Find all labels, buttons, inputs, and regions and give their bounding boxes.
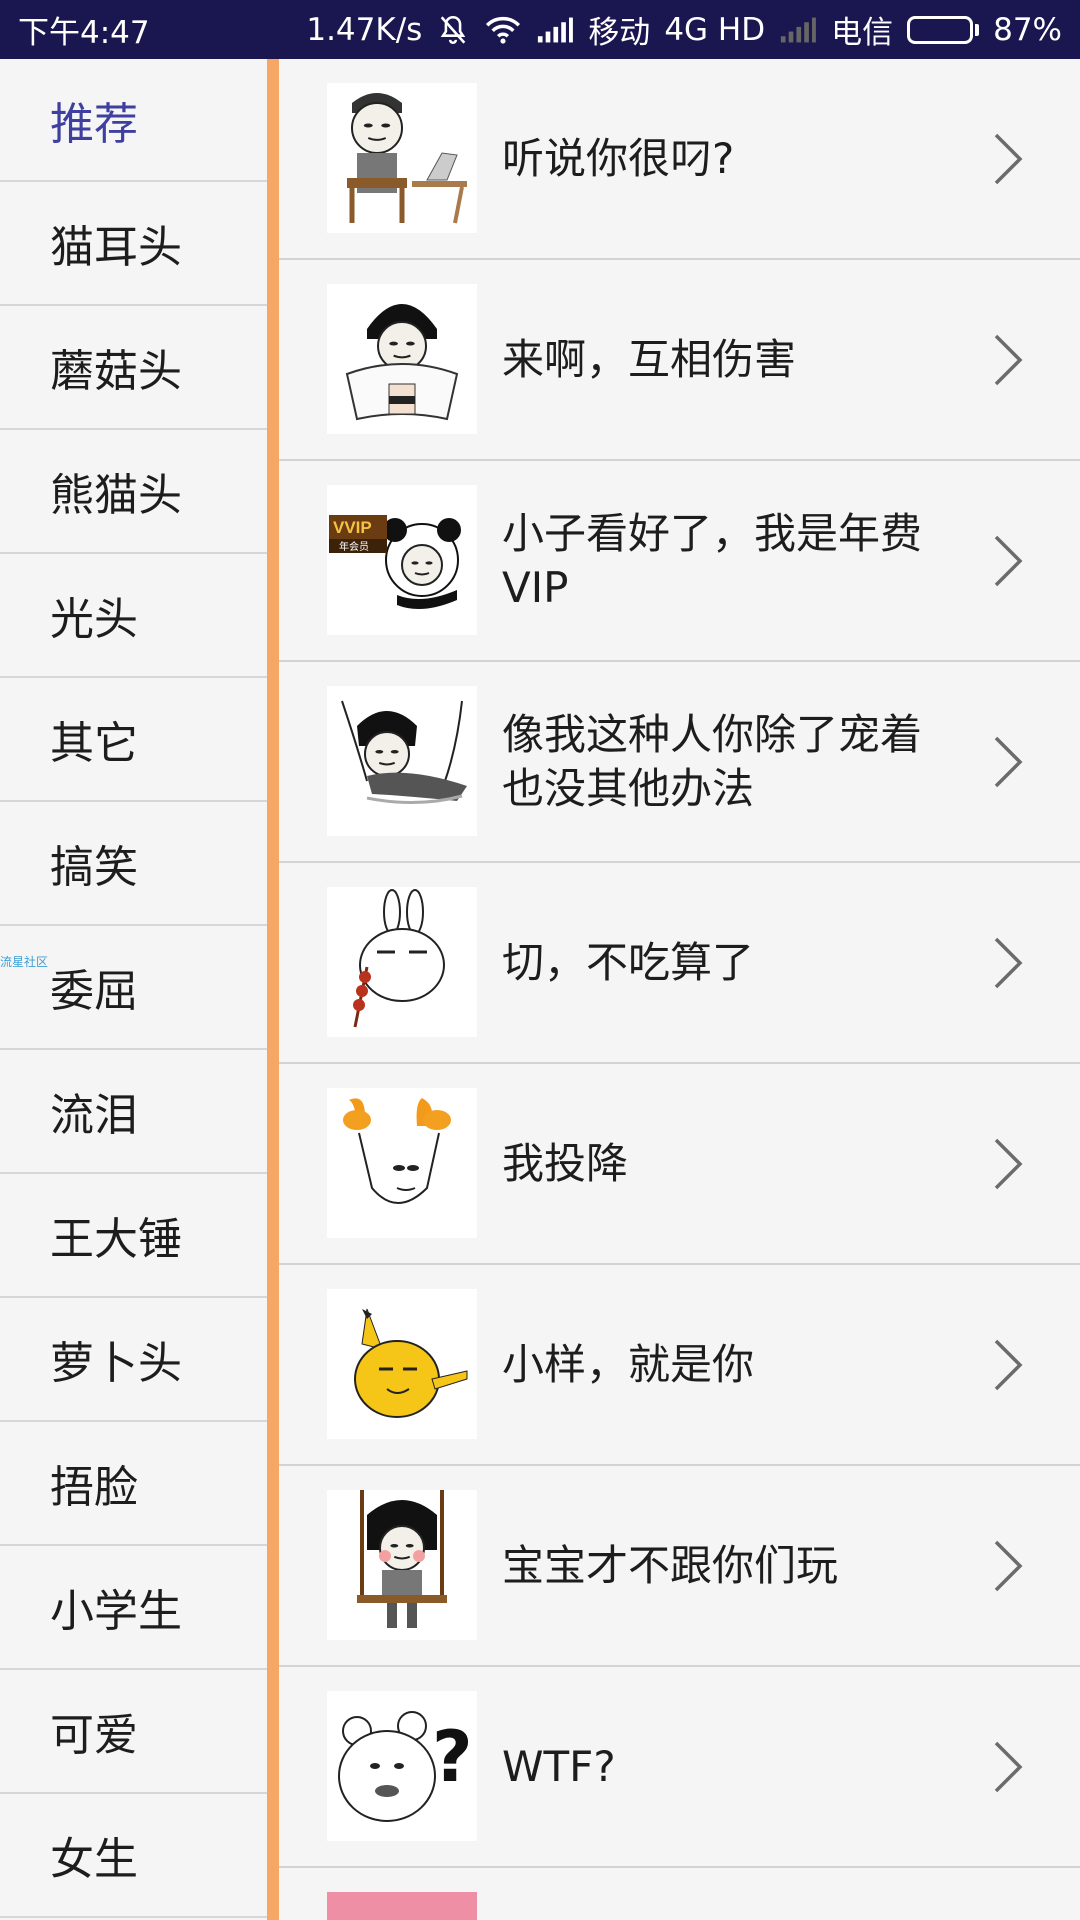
network-speed: 1.47K/s [306,11,423,48]
meme-panda-vip-thumbnail: VVIP 年会员 [327,485,477,635]
sidebar-item[interactable]: 光头 [0,554,267,678]
meme-hands-up-thumbnail [327,1088,477,1238]
svg-text:?: ? [432,1716,473,1798]
sidebar-item[interactable]: 流泪 [0,1050,267,1174]
sidebar-item[interactable]: 可爱 [0,1670,267,1794]
meme-rabbit-skewer-thumbnail [327,887,477,1037]
category-list: 推荐猫耳头蘑菇头熊猫头光头其它搞笑委屈流泪王大锤萝卜头捂脸小学生可爱女生 [0,59,267,1918]
sidebar-item[interactable]: 熊猫头 [0,430,267,554]
chevron-right-icon [992,131,1024,187]
meme-bear-question-thumbnail: ? [327,1691,477,1841]
list-item[interactable]: 切，不吃算了 [279,863,1080,1064]
list-item[interactable]: 我投降 [279,1064,1080,1265]
chevron-right-icon [992,1739,1024,1795]
carrier-1: 移动 [588,15,651,51]
sidebar-item-label: 光头 [50,594,138,645]
wifi-icon [484,15,522,45]
chevron-right-icon [992,533,1024,589]
list-item-title: 切，不吃算了 [502,937,755,987]
meme-mushroom-lying-thumbnail [327,686,477,836]
list-item[interactable]: 小样，就是你 [279,1265,1080,1466]
meme-list: 听说你很叼? 来啊，互相伤害 VVIP 年会员 小子看好了，我是年费VIP 像我… [279,59,1080,1920]
list-item[interactable]: VVIP 年会员 小子看好了，我是年费VIP [279,461,1080,662]
status-bar: 下午4:47 1.47K/s 移动 4G HD 电信 87% [0,0,1080,59]
meme-swing-girl-thumbnail [327,1490,477,1640]
sidebar-item-label: 萝卜头 [50,1338,182,1389]
list-item-title: 我投降 [502,1138,629,1188]
sidebar-item-label: 女生 [50,1834,138,1885]
list-item[interactable]: ? WTF? [279,1667,1080,1868]
list-item-title: 小样，就是你 [502,1339,755,1389]
sidebar-item[interactable]: 小学生 [0,1546,267,1670]
sidebar-item[interactable]: 萝卜头 [0,1298,267,1422]
list-item-title: 小子看好了，我是年费VIP [502,508,923,612]
chevron-right-icon [992,935,1024,991]
battery-icon [907,15,980,44]
sidebar-item[interactable]: 女生 [0,1794,267,1918]
list-item-title: 像我这种人你除了宠着也没其他办法 [502,709,923,813]
sidebar-item[interactable]: 搞笑 [0,802,267,926]
battery-percent: 87% [993,11,1062,48]
watermark-text: 流星社区 [0,955,49,969]
chevron-right-icon [992,1538,1024,1594]
chevron-right-icon [992,1136,1024,1192]
chevron-right-icon [992,734,1024,790]
list-item-title: 听说你很叼? [502,133,735,183]
meme-mushroom-head-towel-thumbnail [327,284,477,434]
sidebar-item-label: 搞笑 [50,842,138,893]
mute-bell-icon [436,13,470,47]
chevron-right-icon [992,332,1024,388]
network-type: 4G HD [664,11,766,48]
sidebar-item-label: 熊猫头 [50,470,182,521]
list-item-partial[interactable] [279,1868,1080,1920]
sidebar-item[interactable]: 捂脸 [0,1422,267,1546]
meme-pikachu-pointing-thumbnail [327,1289,477,1439]
sidebar-item-label: 其它 [50,718,138,769]
list-item[interactable]: 像我这种人你除了宠着也没其他办法 [279,662,1080,863]
svg-text:VVIP: VVIP [333,518,372,537]
list-item[interactable]: 宝宝才不跟你们玩 [279,1466,1080,1667]
sidebar-item[interactable]: 王大锤 [0,1174,267,1298]
list-item[interactable]: 听说你很叼? [279,59,1080,260]
sidebar-item-label: 蘑菇头 [50,346,182,397]
sidebar-item[interactable]: 猫耳头 [0,182,267,306]
list-item-title: 宝宝才不跟你们玩 [502,1540,839,1590]
thumbnail-partial [327,1892,477,1920]
sidebar-item[interactable]: 委屈 [0,926,267,1050]
signal-icon [536,16,574,44]
signal-weak-icon [779,16,817,44]
list-item-title: WTF? [502,1741,616,1791]
list-item-title: 来啊，互相伤害 [502,334,797,384]
svg-text:年会员: 年会员 [339,540,369,553]
status-time: 下午4:47 [18,15,150,51]
sidebar-item[interactable]: 蘑菇头 [0,306,267,430]
sidebar-item-label: 小学生 [50,1586,182,1637]
sidebar-item-label: 捂脸 [50,1462,138,1513]
sidebar-item-label: 流泪 [50,1090,138,1141]
sidebar-item[interactable]: 推荐 [0,59,267,182]
meme-boy-at-desk-thumbnail [327,83,477,233]
category-sidebar: 推荐猫耳头蘑菇头熊猫头光头其它搞笑委屈流泪王大锤萝卜头捂脸小学生可爱女生 [0,59,267,1920]
sidebar-item-label: 王大锤 [50,1214,182,1265]
sidebar-item[interactable]: 其它 [0,678,267,802]
sidebar-item-label: 推荐 [50,98,138,150]
sidebar-divider [267,59,279,1920]
sidebar-item-label: 猫耳头 [50,222,182,273]
carrier-2: 电信 [831,15,894,51]
sidebar-item-label: 委屈 [50,966,138,1017]
sidebar-item-label: 可爱 [50,1710,138,1761]
list-item[interactable]: 来啊，互相伤害 [279,260,1080,461]
chevron-right-icon [992,1337,1024,1393]
